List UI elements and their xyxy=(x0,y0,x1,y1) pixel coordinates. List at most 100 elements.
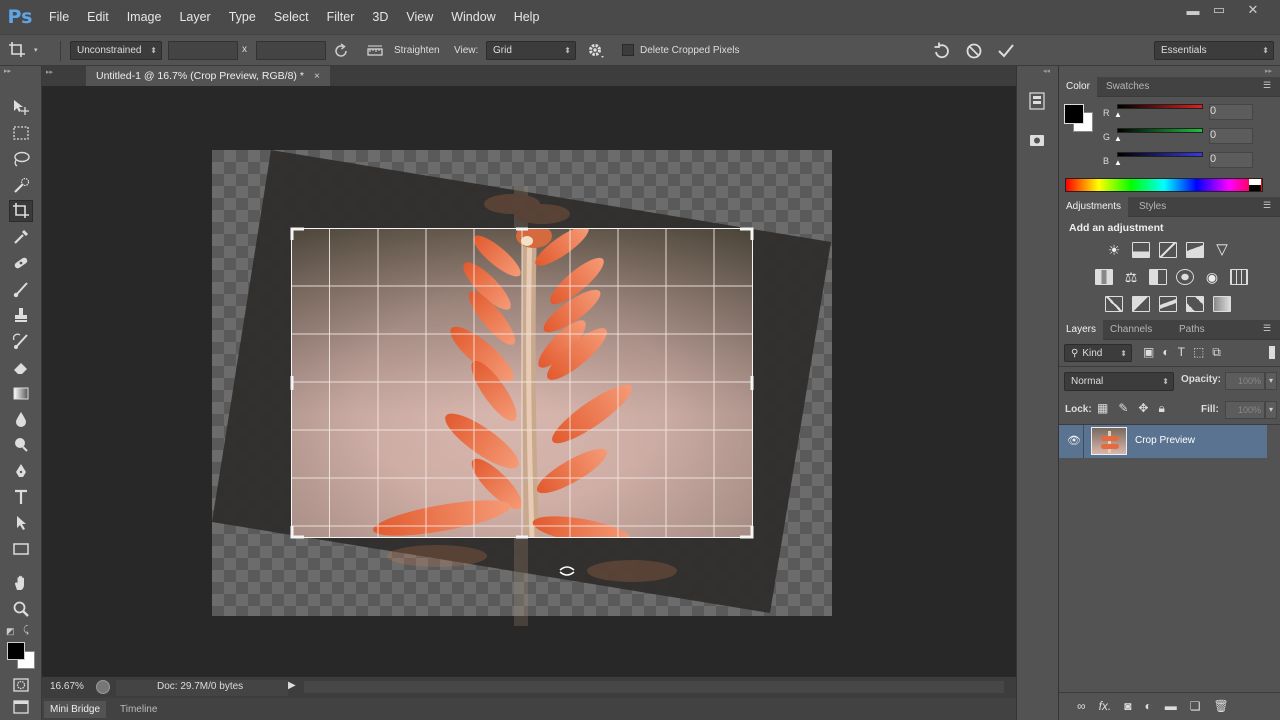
filter-toggle-switch[interactable] xyxy=(1269,346,1275,359)
panel-menu-icon[interactable]: ☰ xyxy=(1263,200,1271,211)
filter-type-icon[interactable]: T xyxy=(1178,345,1185,360)
threshold-icon[interactable] xyxy=(1159,296,1177,312)
tab-paths[interactable]: Paths xyxy=(1172,320,1212,340)
minimize-button[interactable]: ▬ xyxy=(1180,0,1206,20)
pen-tool-icon[interactable] xyxy=(9,460,33,482)
panel-menu-icon[interactable]: ☰ xyxy=(1263,323,1271,334)
menu-image[interactable]: Image xyxy=(118,0,171,34)
menu-select[interactable]: Select xyxy=(265,0,318,34)
horizontal-scrollbar[interactable] xyxy=(304,681,1004,693)
crop-settings-gear-icon[interactable] xyxy=(587,42,607,63)
swap-colors-icon[interactable]: ⤹ xyxy=(23,625,29,636)
panel-menu-icon[interactable]: ☰ xyxy=(1263,80,1271,91)
tab-timeline[interactable]: Timeline xyxy=(114,701,163,718)
screen-mode-icon[interactable] xyxy=(9,696,33,718)
channel-r-thumb-icon[interactable]: ▲ xyxy=(1114,110,1122,119)
crop-tool-icon[interactable] xyxy=(9,200,33,222)
quick-mask-icon[interactable] xyxy=(9,674,33,696)
swap-dimensions-icon[interactable] xyxy=(332,42,350,63)
menu-edit[interactable]: Edit xyxy=(78,0,118,34)
straighten-icon[interactable] xyxy=(366,43,384,62)
tab-adjustments[interactable]: Adjustments xyxy=(1059,197,1129,217)
ratio-dropdown[interactable]: Unconstrained ⬍ xyxy=(70,41,162,60)
opacity-slider-arrow-icon[interactable]: ▾ xyxy=(1265,372,1277,390)
healing-brush-tool-icon[interactable] xyxy=(9,252,33,274)
collapse-toolbar-icon[interactable]: ▸▸ xyxy=(4,67,11,75)
channel-r-value[interactable]: 0 xyxy=(1209,104,1253,120)
blend-mode-dropdown[interactable]: Normal ⬍ xyxy=(1064,372,1174,391)
gradient-tool-icon[interactable] xyxy=(9,382,33,404)
layer-visibility-eye-icon[interactable]: 👁︎ xyxy=(1067,434,1081,447)
tab-swatches[interactable]: Swatches xyxy=(1099,77,1156,97)
black-white-icon[interactable] xyxy=(1149,269,1167,285)
menu-file[interactable]: File xyxy=(40,0,78,34)
filter-adjustment-icon[interactable]: ◐ xyxy=(1162,345,1169,360)
posterize-icon[interactable] xyxy=(1132,296,1150,312)
channel-g-value[interactable]: 0 xyxy=(1209,128,1253,144)
close-document-icon[interactable]: × xyxy=(314,70,320,82)
menu-window[interactable]: Window xyxy=(442,0,504,34)
crop-preview-artwork[interactable] xyxy=(42,86,1016,676)
new-layer-icon[interactable]: ❏ xyxy=(1190,699,1201,713)
clone-stamp-tool-icon[interactable] xyxy=(9,304,33,326)
curves-icon[interactable] xyxy=(1159,242,1177,258)
selective-color-icon[interactable] xyxy=(1186,296,1204,312)
close-window-button[interactable]: ✕ xyxy=(1236,0,1270,20)
type-tool-icon[interactable] xyxy=(9,486,33,508)
rectangle-tool-icon[interactable] xyxy=(9,538,33,560)
color-fg-swatch[interactable] xyxy=(1064,104,1084,124)
blur-tool-icon[interactable] xyxy=(9,408,33,430)
new-fill-adjustment-icon[interactable]: ◐ xyxy=(1144,699,1151,713)
reset-crop-icon[interactable] xyxy=(932,41,952,64)
view-overlay-dropdown[interactable]: Grid ⬍ xyxy=(486,41,576,60)
channel-b-thumb-icon[interactable]: ▲ xyxy=(1114,158,1122,167)
path-selection-tool-icon[interactable] xyxy=(9,512,33,534)
cancel-crop-icon[interactable] xyxy=(964,41,984,64)
color-lookup-icon[interactable] xyxy=(1230,269,1248,285)
tab-styles[interactable]: Styles xyxy=(1132,197,1173,217)
collapse-dock-icon[interactable]: ▸▸ xyxy=(1265,67,1272,75)
lasso-tool-icon[interactable] xyxy=(9,148,33,170)
document-tab[interactable]: Untitled-1 @ 16.7% (Crop Preview, RGB/8)… xyxy=(86,66,330,86)
hue-saturation-icon[interactable] xyxy=(1095,269,1113,285)
straighten-label[interactable]: Straighten xyxy=(394,45,440,56)
channel-g-slider[interactable] xyxy=(1117,128,1203,133)
color-spectrum-bar[interactable] xyxy=(1065,178,1263,192)
filter-pixel-icon[interactable]: ▣ xyxy=(1143,345,1154,360)
tab-layers[interactable]: Layers xyxy=(1059,320,1104,340)
expand-tabs-icon[interactable]: ▸▸ xyxy=(46,68,53,76)
tool-preset-picker[interactable]: ▾ xyxy=(8,40,42,60)
color-balance-icon[interactable]: ⚖ xyxy=(1122,269,1140,285)
brightness-contrast-icon[interactable]: ☀ xyxy=(1105,242,1123,258)
channel-mixer-icon[interactable]: ◉ xyxy=(1203,269,1221,285)
delete-layer-icon[interactable]: 🗑︎ xyxy=(1214,699,1229,713)
filter-smart-object-icon[interactable]: ⧉ xyxy=(1212,345,1221,360)
commit-crop-icon[interactable] xyxy=(996,41,1016,64)
layer-style-fx-icon[interactable]: fx. xyxy=(1099,699,1112,713)
hand-tool-icon[interactable] xyxy=(9,572,33,594)
move-tool-icon[interactable] xyxy=(9,96,33,118)
vibrance-icon[interactable]: ▽ xyxy=(1213,242,1231,258)
zoom-level[interactable]: 16.67% xyxy=(50,681,84,692)
lock-image-icon[interactable]: ✎ xyxy=(1118,401,1128,416)
lock-position-icon[interactable]: ✥ xyxy=(1138,401,1148,416)
dodge-tool-icon[interactable] xyxy=(9,434,33,456)
menu-view[interactable]: View xyxy=(397,0,442,34)
menu-3d[interactable]: 3D xyxy=(363,0,397,34)
add-mask-icon[interactable]: ◙ xyxy=(1124,699,1131,713)
channel-g-thumb-icon[interactable]: ▲ xyxy=(1114,134,1122,143)
menu-layer[interactable]: Layer xyxy=(170,0,219,34)
invert-icon[interactable] xyxy=(1105,296,1123,312)
menu-type[interactable]: Type xyxy=(220,0,265,34)
eraser-tool-icon[interactable] xyxy=(9,356,33,378)
quick-selection-tool-icon[interactable] xyxy=(9,174,33,196)
levels-icon[interactable] xyxy=(1132,242,1150,258)
fill-input[interactable]: 100% xyxy=(1225,401,1265,419)
restore-button[interactable]: ▭ xyxy=(1206,0,1232,20)
channel-r-slider[interactable] xyxy=(1117,104,1203,109)
layer-filter-dropdown[interactable]: ⚲ Kind ⬍ xyxy=(1064,344,1132,362)
crop-height-input[interactable] xyxy=(256,41,326,60)
crop-width-input[interactable] xyxy=(168,41,238,60)
eyedropper-tool-icon[interactable] xyxy=(9,226,33,248)
exposure-icon[interactable] xyxy=(1186,242,1204,258)
